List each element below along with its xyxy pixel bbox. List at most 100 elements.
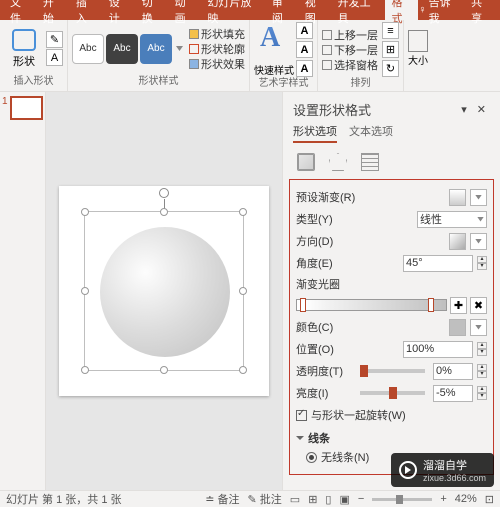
align-button[interactable]: ≡ <box>382 22 399 39</box>
resize-handle[interactable] <box>239 208 247 216</box>
panel-tab-shape[interactable]: 形状选项 <box>293 123 337 143</box>
panel-title: 设置形状格式 <box>293 100 455 119</box>
thumb-number: 1 <box>2 96 8 120</box>
transparency-slider[interactable] <box>360 369 425 373</box>
angle-input[interactable]: 45° <box>403 255 473 272</box>
canvas[interactable] <box>46 92 282 490</box>
fill-line-icon[interactable] <box>297 153 315 171</box>
resize-handle[interactable] <box>239 366 247 374</box>
size-properties-icon[interactable] <box>361 153 379 171</box>
angle-spinner[interactable]: ▴▾ <box>477 256 487 270</box>
transparency-spinner[interactable]: ▴▾ <box>477 364 487 378</box>
zoom-in-button[interactable]: + <box>440 493 446 505</box>
notes-button[interactable]: ≐ 备注 <box>205 491 239 507</box>
transparency-input[interactable]: 0% <box>433 363 473 380</box>
zoom-slider[interactable] <box>372 498 432 501</box>
preset-gradient-label: 预设渐变(R) <box>296 189 445 205</box>
preset-gradient-button[interactable] <box>449 189 466 206</box>
gradient-stop[interactable] <box>428 298 434 312</box>
bring-forward-button[interactable]: 上移一层 <box>322 28 378 42</box>
zoom-out-button[interactable]: − <box>358 493 364 505</box>
selection-box[interactable] <box>84 211 244 371</box>
no-line-label: 无线条(N) <box>321 449 369 465</box>
shapes-label: 形状 <box>13 53 35 69</box>
selection-pane-button[interactable]: 选择窗格 <box>322 58 378 72</box>
style-swatch-1[interactable]: Abc <box>72 34 104 64</box>
resize-handle[interactable] <box>81 366 89 374</box>
workspace: 1 设置形状格式 ▾ ✕ 形状选项 <box>0 92 500 490</box>
type-select[interactable]: 线性 <box>417 211 487 228</box>
gradient-stops-label: 渐变光圈 <box>296 274 487 294</box>
rotate-with-shape-checkbox[interactable] <box>296 410 307 421</box>
view-sorter-icon[interactable]: ⊞ <box>308 493 317 506</box>
color-dropdown[interactable] <box>470 319 487 336</box>
direction-dropdown[interactable] <box>470 233 487 250</box>
group-wordart: A 快速样式 A A A 艺术字样式 <box>250 20 318 91</box>
gradient-track[interactable] <box>296 299 447 311</box>
watermark: 溜溜自学 zixue.3d66.com <box>391 453 494 487</box>
view-reading-icon[interactable]: ▯ <box>325 493 331 506</box>
edit-shape-button[interactable]: ✎ <box>46 31 63 48</box>
resize-handle[interactable] <box>160 366 168 374</box>
play-icon <box>399 461 417 479</box>
slide-counter: 幻灯片 第 1 张，共 1 张 <box>6 491 122 507</box>
quick-styles-button[interactable]: A 快速样式 <box>254 22 294 77</box>
styles-more-icon[interactable] <box>176 46 183 51</box>
no-line-radio[interactable] <box>306 452 317 463</box>
size-label: 大小 <box>408 52 428 67</box>
resize-handle[interactable] <box>239 287 247 295</box>
direction-label: 方向(D) <box>296 233 445 249</box>
shapes-button[interactable]: 形状 <box>4 24 44 74</box>
color-button[interactable] <box>449 319 466 336</box>
panel-tabs: 形状选项 文本选项 <box>283 123 500 143</box>
remove-stop-button[interactable]: ✖ <box>470 297 487 314</box>
circle-shape[interactable] <box>100 227 230 357</box>
resize-handle[interactable] <box>160 208 168 216</box>
group-arrange: 上移一层 下移一层 选择窗格 ≡ ⊞ ↻ 排列 <box>318 20 404 91</box>
shape-effects-button[interactable]: 形状效果 <box>189 57 245 71</box>
panel-dropdown-icon[interactable]: ▾ <box>455 103 473 116</box>
position-label: 位置(O) <box>296 341 399 357</box>
group-size: 大小 <box>404 20 432 91</box>
brightness-input[interactable]: -5% <box>433 385 473 402</box>
format-shape-panel: 设置形状格式 ▾ ✕ 形状选项 文本选项 预设渐变(R) 类型(Y) 线性 <box>282 92 500 490</box>
position-spinner[interactable]: ▴▾ <box>477 342 487 356</box>
rotate-with-shape-label: 与形状一起旋转(W) <box>311 407 406 423</box>
add-stop-button[interactable]: ✚ <box>450 297 467 314</box>
group-caption: 艺术字样式 <box>259 77 309 91</box>
panel-close-button[interactable]: ✕ <box>473 103 490 116</box>
view-normal-icon[interactable]: ▭ <box>290 493 300 506</box>
panel-tab-text[interactable]: 文本选项 <box>349 123 393 143</box>
slide-thumb-1[interactable] <box>10 96 43 120</box>
text-box-button[interactable]: A <box>46 49 63 66</box>
style-swatch-2[interactable]: Abc <box>106 34 138 64</box>
effects-icon[interactable] <box>329 153 347 171</box>
style-swatch-3[interactable]: Abc <box>140 34 172 64</box>
direction-button[interactable] <box>449 233 466 250</box>
group-button[interactable]: ⊞ <box>382 41 399 58</box>
size-button[interactable]: 大小 <box>408 30 428 67</box>
comments-button[interactable]: ✎ 批注 <box>248 491 282 507</box>
brightness-slider[interactable] <box>360 391 425 395</box>
rotate-handle[interactable] <box>159 188 169 198</box>
rotate-button[interactable]: ↻ <box>382 60 399 77</box>
send-backward-button[interactable]: 下移一层 <box>322 43 378 57</box>
gradient-stop[interactable] <box>300 298 306 312</box>
fit-to-window-button[interactable]: ⊡ <box>485 493 494 506</box>
view-slideshow-icon[interactable]: ▣ <box>339 493 349 506</box>
position-input[interactable]: 100% <box>403 341 473 358</box>
shape-outline-button[interactable]: 形状轮廓 <box>189 42 245 56</box>
resize-handle[interactable] <box>81 208 89 216</box>
brightness-spinner[interactable]: ▴▾ <box>477 386 487 400</box>
text-effects-button[interactable]: A <box>296 60 313 77</box>
share-button[interactable]: 共享 <box>467 0 496 26</box>
resize-handle[interactable] <box>81 287 89 295</box>
preset-dropdown[interactable] <box>470 189 487 206</box>
line-section-header[interactable]: 线条 <box>296 430 487 446</box>
group-caption: 插入形状 <box>14 75 54 89</box>
shape-icon <box>12 29 36 51</box>
shape-fill-button[interactable]: 形状填充 <box>189 27 245 41</box>
text-fill-button[interactable]: A <box>296 22 313 39</box>
zoom-level[interactable]: 42% <box>455 493 477 505</box>
text-outline-button[interactable]: A <box>296 41 313 58</box>
